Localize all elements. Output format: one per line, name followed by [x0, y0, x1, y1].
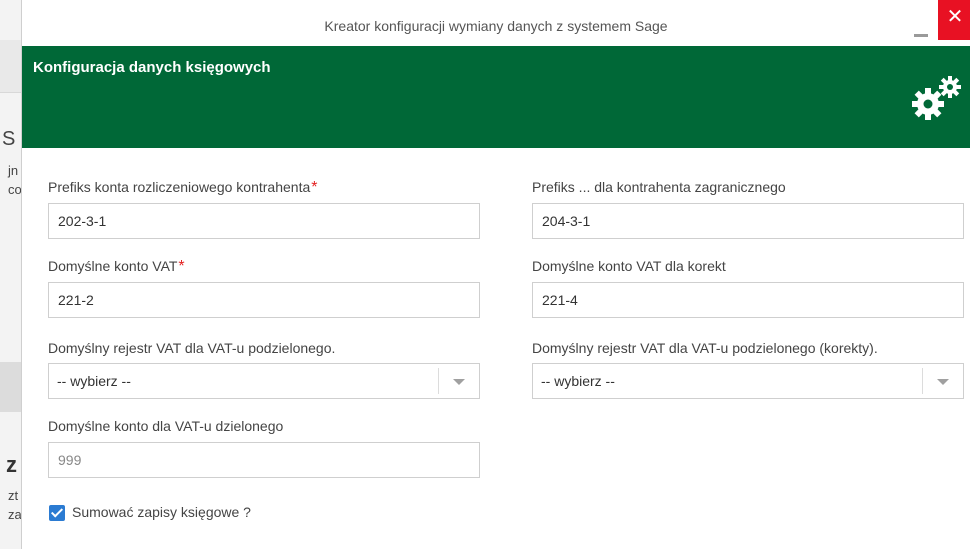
- close-button[interactable]: ✕: [938, 0, 970, 40]
- background-band: [0, 362, 22, 412]
- window-title: Kreator konfiguracji wymiany danych z sy…: [324, 18, 668, 34]
- background-window: S jn co z zt za: [0, 0, 22, 549]
- prefix-foreign-label: Prefiks ... dla kontrahenta zagraniczneg…: [532, 179, 786, 195]
- vat-register-split-correction-label: Domyślny rejestr VAT dla VAT-u podzielon…: [532, 340, 878, 356]
- gears-icon: [912, 76, 961, 120]
- chevron-down-icon: [453, 379, 465, 385]
- default-vat-correction-label: Domyślne konto VAT dla korekt: [532, 258, 726, 274]
- background-text: z: [6, 452, 17, 477]
- section-title: Konfiguracja danych księgowych: [33, 59, 271, 76]
- vat-register-split-correction-select[interactable]: -- wybierz --: [532, 363, 964, 399]
- background-band: [0, 40, 22, 93]
- minimize-button[interactable]: [910, 20, 932, 40]
- label-text: Prefiks konta rozliczeniowego kontrahent…: [48, 179, 311, 195]
- background-text: S: [2, 128, 16, 150]
- prefix-settlement-label: Prefiks konta rozliczeniowego kontrahent…: [48, 179, 318, 197]
- select-value: -- wybierz --: [57, 373, 131, 389]
- required-marker: *: [178, 258, 185, 275]
- sum-entries-checkbox[interactable]: [49, 505, 65, 521]
- default-vat-account-label: Domyślne konto VAT*: [48, 258, 185, 276]
- section-header: Konfiguracja danych księgowych: [22, 46, 970, 148]
- sum-entries-label[interactable]: Sumować zapisy księgowe ?: [72, 504, 251, 520]
- prefix-foreign-input[interactable]: 204-3-1: [532, 203, 964, 239]
- background-text: za: [8, 507, 22, 522]
- prefix-settlement-input[interactable]: 202-3-1: [48, 203, 480, 239]
- select-value: -- wybierz --: [541, 373, 615, 389]
- required-marker: *: [311, 179, 318, 196]
- chevron-down-icon: [937, 379, 949, 385]
- vat-register-split-select[interactable]: -- wybierz --: [48, 363, 480, 399]
- label-text: Domyślne konto VAT: [48, 258, 178, 274]
- split-vat-account-input[interactable]: 999: [48, 442, 480, 478]
- split-vat-account-label: Domyślne konto dla VAT-u dzielonego: [48, 418, 284, 434]
- background-text: zt: [8, 488, 19, 503]
- default-vat-correction-input[interactable]: 221-4: [532, 282, 964, 318]
- dropdown-toggle[interactable]: [922, 368, 963, 394]
- vat-register-split-label: Domyślny rejestr VAT dla VAT-u podzielon…: [48, 340, 336, 356]
- title-bar: Kreator konfiguracji wymiany danych z sy…: [22, 0, 970, 46]
- default-vat-account-input[interactable]: 221-2: [48, 282, 480, 318]
- background-text: jn: [8, 163, 19, 178]
- close-icon: ✕: [946, 6, 964, 28]
- dropdown-toggle[interactable]: [438, 368, 479, 394]
- background-text: co: [8, 182, 22, 197]
